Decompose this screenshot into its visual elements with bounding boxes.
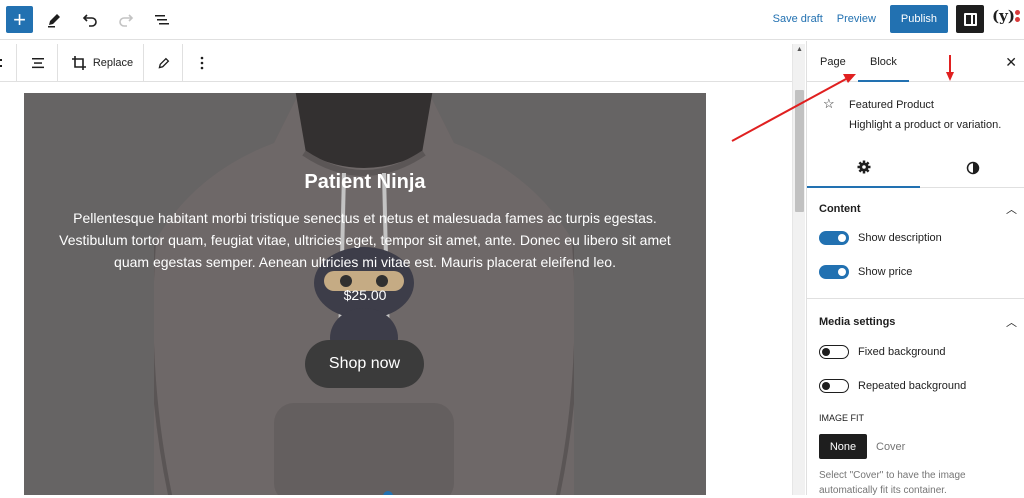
show-description-toggle[interactable] <box>819 231 849 245</box>
product-title[interactable]: Patient Ninja <box>24 171 706 194</box>
close-icon[interactable]: ✕ <box>1005 54 1017 71</box>
show-price-label: Show price <box>858 266 913 278</box>
toolbar-separator <box>143 44 144 82</box>
replace-button[interactable]: Replace <box>66 44 138 82</box>
image-fit-segmented-control: None Cover <box>819 434 905 459</box>
media-settings-panel: Media settings ︿ Fixed background Repeat… <box>807 299 1024 495</box>
media-panel-title[interactable]: Media settings <box>819 316 895 328</box>
image-fit-cover-option[interactable]: Cover <box>876 441 905 453</box>
scroll-thumb[interactable] <box>795 90 804 212</box>
editor-top-bar: + Save draft Preview Publish (y) <box>0 0 1024 40</box>
undo-icon <box>82 13 97 27</box>
crop-icon <box>71 56 86 70</box>
undo-button[interactable] <box>75 6 105 33</box>
show-description-label: Show description <box>858 232 942 244</box>
more-vertical-icon <box>200 56 204 70</box>
block-description: Highlight a product or variation. <box>849 119 1002 131</box>
replace-label: Replace <box>92 57 134 69</box>
chevron-up-icon[interactable]: ︿ <box>1006 314 1017 330</box>
list-view-button[interactable] <box>147 6 177 33</box>
toolbar-separator <box>182 44 183 82</box>
settings-sidebar: Page Block ✕ ☆ Featured Product Highligh… <box>806 41 1024 496</box>
pencil-icon <box>158 57 169 68</box>
drag-handle-icon <box>0 59 2 67</box>
content-panel: Content ︿ Show description Show price <box>807 188 1024 299</box>
tools-button[interactable] <box>39 6 69 33</box>
tab-settings[interactable] <box>807 148 920 188</box>
gear-icon <box>857 160 870 174</box>
align-icon <box>32 58 44 69</box>
show-price-toggle-row[interactable]: Show price <box>819 265 912 279</box>
toolbar-separator <box>16 44 17 82</box>
top-bar-left-tools: + <box>6 6 177 33</box>
product-description[interactable]: Pellentesque habitant morbi tristique se… <box>58 207 672 273</box>
show-price-toggle[interactable] <box>819 265 849 279</box>
edit-button[interactable] <box>150 44 176 82</box>
align-button[interactable] <box>24 44 52 82</box>
star-icon: ☆ <box>823 96 835 111</box>
fixed-background-toggle[interactable] <box>819 345 849 359</box>
more-options-button[interactable] <box>190 44 214 82</box>
yoast-icon: (y) <box>992 7 1015 25</box>
publish-button[interactable]: Publish <box>889 5 948 33</box>
top-bar-right-tools: Save draft Preview Publish (y) <box>773 5 1020 33</box>
plus-icon: + <box>13 6 26 32</box>
toolbar-separator <box>57 44 58 82</box>
tab-styles[interactable] <box>920 148 1024 188</box>
yoast-status-dots <box>1015 10 1020 15</box>
editor-canvas: Patient Ninja Pellentesque habitant morb… <box>0 83 792 495</box>
yoast-button[interactable]: (y) <box>992 7 1020 31</box>
tab-page[interactable]: Page <box>820 41 846 82</box>
shop-now-button[interactable]: Shop now <box>305 340 424 388</box>
contrast-icon <box>966 161 979 175</box>
product-price: $25.00 <box>343 287 387 303</box>
add-block-button[interactable]: + <box>6 6 33 33</box>
redo-button[interactable] <box>111 6 141 33</box>
preview-button[interactable]: Preview <box>837 13 876 25</box>
content-panel-title[interactable]: Content <box>819 203 861 215</box>
drag-handle[interactable] <box>0 44 8 82</box>
block-toolbar: Replace <box>0 44 792 82</box>
redo-icon <box>119 13 134 27</box>
sidebar-tabs: Page Block ✕ <box>807 41 1024 82</box>
chevron-up-icon[interactable]: ︿ <box>1006 201 1017 217</box>
inspector-tabs <box>807 148 1024 188</box>
image-fit-none-option[interactable]: None <box>819 434 867 459</box>
settings-sidebar-toggle[interactable] <box>956 5 984 33</box>
fixed-background-toggle-row[interactable]: Fixed background <box>819 345 945 359</box>
block-name: Featured Product <box>849 99 934 111</box>
repeated-background-label: Repeated background <box>858 380 967 392</box>
repeated-background-toggle[interactable] <box>819 379 849 393</box>
repeated-background-toggle-row[interactable]: Repeated background <box>819 379 966 393</box>
resize-handle[interactable] <box>383 491 393 495</box>
sidebar-icon <box>963 12 977 26</box>
scroll-up-icon[interactable]: ▲ <box>796 46 803 53</box>
fixed-background-label: Fixed background <box>858 346 946 358</box>
image-fit-help-text: Select "Cover" to have the image automat… <box>819 470 966 496</box>
featured-product-block[interactable]: Patient Ninja Pellentesque habitant morb… <box>24 93 706 495</box>
image-fit-label: IMAGE FIT <box>819 413 864 423</box>
pencil-icon <box>48 13 60 27</box>
save-draft-button[interactable]: Save draft <box>773 13 823 25</box>
list-view-icon <box>155 14 169 24</box>
show-description-toggle-row[interactable]: Show description <box>819 231 942 245</box>
canvas-scrollbar[interactable]: ▲ <box>792 44 805 495</box>
tab-block[interactable]: Block <box>858 41 909 82</box>
